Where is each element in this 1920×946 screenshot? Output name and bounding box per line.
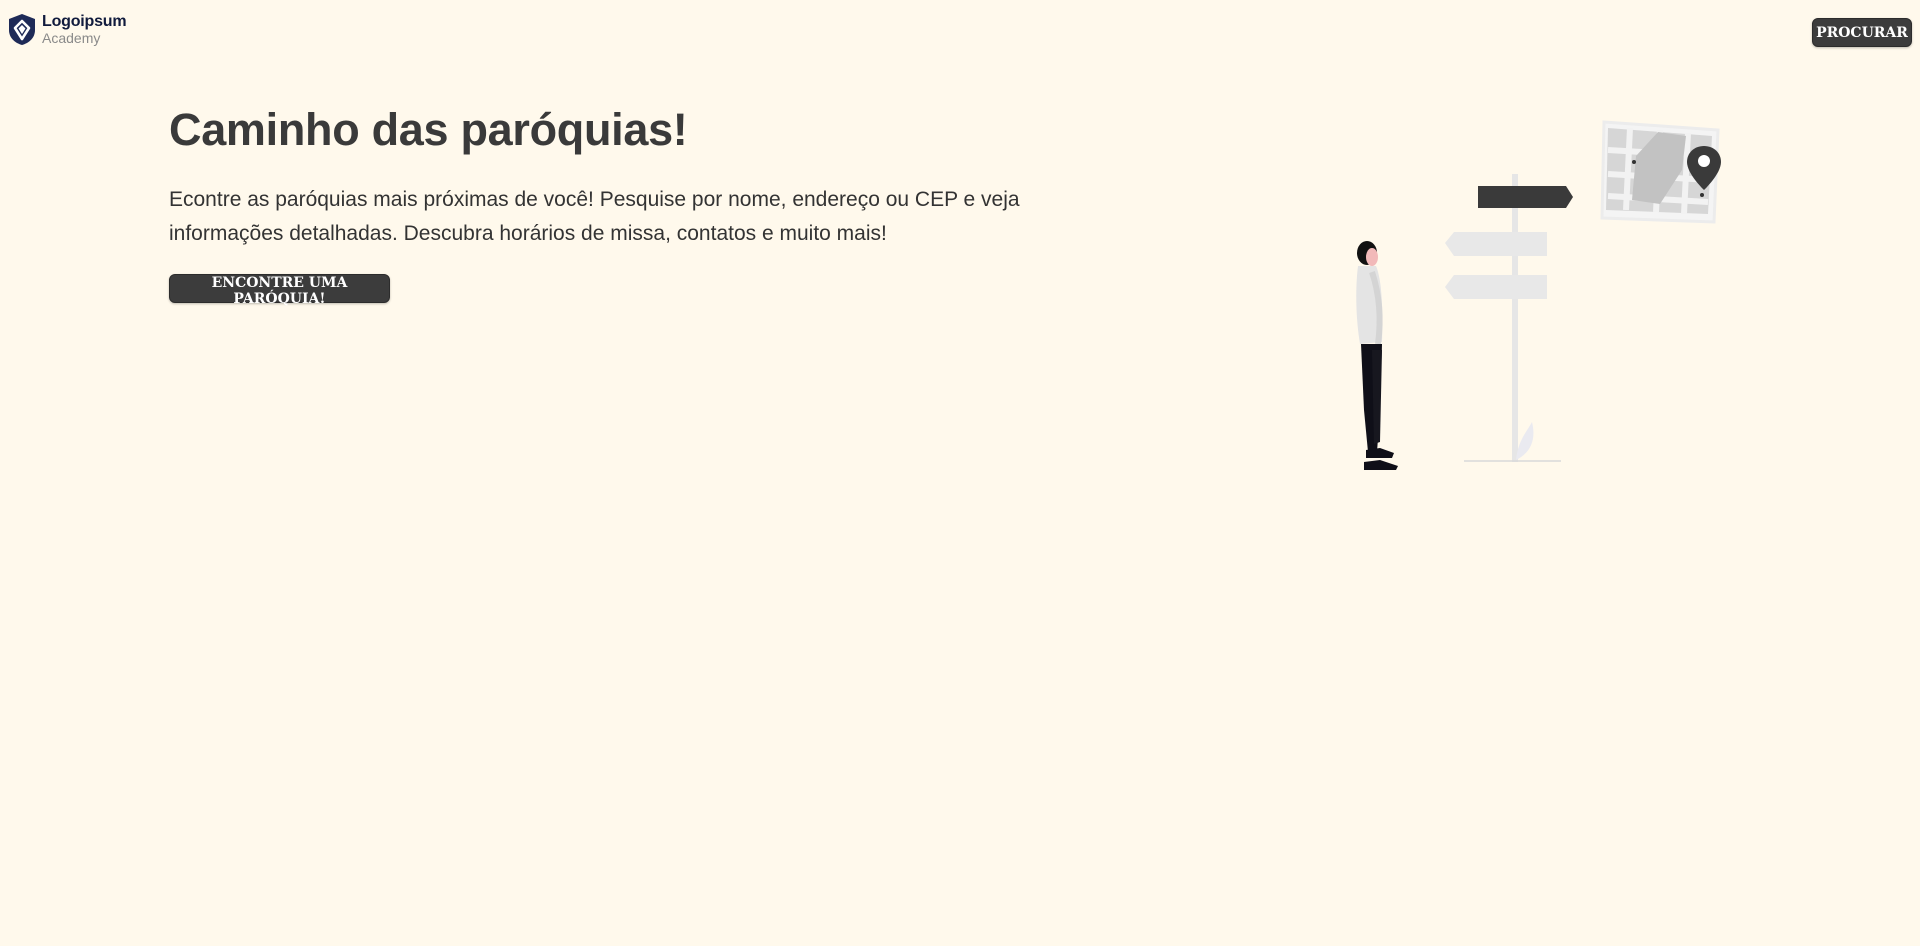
search-button[interactable]: PROCURAR xyxy=(1812,18,1912,47)
logo-subtitle: Academy xyxy=(42,30,101,46)
logo-link[interactable]: Logoipsum Academy xyxy=(7,13,127,46)
sign-left-bottom xyxy=(1445,275,1547,299)
signpost-map-person-illustration xyxy=(1356,120,1721,470)
page: Logoipsum Academy PROCURAR Caminho das p… xyxy=(0,0,1920,946)
shield-logo-icon xyxy=(9,14,35,45)
page-title: Caminho das paróquias! xyxy=(169,104,688,155)
sign-right xyxy=(1478,186,1573,208)
sign-left-top xyxy=(1445,232,1547,256)
logo-name: Logoipsum xyxy=(42,13,127,30)
plant-icon xyxy=(1516,422,1534,460)
logo-text: Logoipsum Academy xyxy=(42,13,127,46)
signpost-pole xyxy=(1512,174,1518,462)
find-parish-button[interactable]: ENCONTRE UMA PARÓQUIA! xyxy=(169,274,390,307)
hero-description: Econtre as paróquias mais próximas de vo… xyxy=(169,188,1020,245)
person-illustration xyxy=(1356,241,1398,470)
